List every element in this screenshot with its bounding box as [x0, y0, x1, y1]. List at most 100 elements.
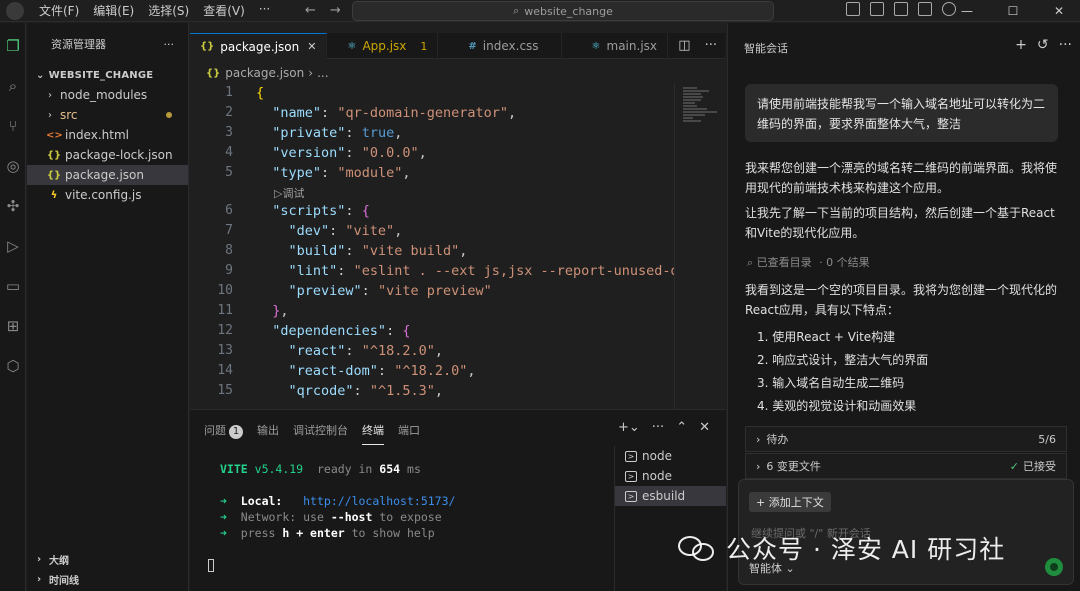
minimize-icon[interactable]: —: [944, 0, 990, 22]
list-item: 2. 响应式设计，整洁大气的界面: [757, 353, 929, 367]
code-line: 10 "preview": "vite preview": [190, 281, 674, 301]
explorer-sidebar: 资源管理器 ··· ⌄ WEBSITE_CHANGE › node_module…: [27, 23, 189, 591]
tree-item-index-html[interactable]: <> index.html: [27, 125, 188, 145]
command-center-search[interactable]: ⌕ website_change: [352, 1, 774, 21]
tab-main-jsx[interactable]: ⚛ main.jsx: [562, 33, 668, 59]
terminal-item-label: esbuild: [642, 489, 686, 503]
tree-item-package-json[interactable]: {} package.json: [27, 165, 188, 185]
todo-label: 待办: [766, 433, 789, 446]
terminal-item[interactable]: > node: [615, 466, 726, 486]
new-chat-icon[interactable]: +: [1015, 37, 1027, 53]
panel-tabs: 问题 1 输出 调试控制台 终端 端口: [204, 422, 420, 445]
chevron-right-icon: ›: [37, 553, 42, 565]
minimap[interactable]: [674, 83, 726, 409]
tool-call-label: 已查看目录: [756, 256, 812, 269]
code-editor[interactable]: 1{ 2 "name": "qr-domain-generator", 3 "p…: [190, 83, 674, 409]
package-icon[interactable]: ⬡: [4, 357, 22, 375]
more-actions-icon[interactable]: ···: [705, 38, 717, 53]
changed-files-section[interactable]: › 6 变更文件 ✓ 已接受: [745, 453, 1067, 479]
maximize-icon[interactable]: ☐: [990, 0, 1036, 22]
tree-item-label: src: [60, 108, 78, 122]
search-view-icon[interactable]: ⌕: [4, 77, 22, 95]
layout-controls: [846, 2, 956, 16]
close-tab-icon[interactable]: ✕: [307, 40, 316, 53]
chevron-right-icon: ›: [37, 573, 42, 585]
extensions-icon[interactable]: ⊞: [4, 317, 22, 335]
source-control-icon[interactable]: ⑂: [4, 117, 22, 135]
outline-section[interactable]: › 大纲: [27, 549, 189, 569]
tree-item-src[interactable]: › src: [27, 105, 188, 125]
tab-output[interactable]: 输出: [257, 422, 279, 439]
help-rest: to show help: [351, 526, 435, 540]
terminal-item[interactable]: > esbuild: [615, 486, 726, 506]
workspace-root[interactable]: ⌄ WEBSITE_CHANGE: [27, 65, 188, 85]
run-debug-icon[interactable]: ▷: [4, 237, 22, 255]
toggle-sidebar-icon[interactable]: [870, 2, 884, 16]
menu-edit[interactable]: 编辑(E): [86, 2, 141, 19]
local-url-link[interactable]: http://localhost:5173/: [303, 494, 455, 508]
minimap-line: [683, 102, 695, 104]
terminal-icon: >: [625, 450, 637, 462]
menu-file[interactable]: 文件(F): [32, 2, 86, 19]
toggle-panel-icon[interactable]: [894, 2, 908, 16]
add-context-label: 添加上下文: [768, 496, 824, 509]
user-message: 请使用前端技能帮我写一个输入域名地址可以转化为二维码的界面，要求界面整体大气，整…: [745, 84, 1058, 142]
tab-app-jsx[interactable]: ⚛ App.jsx 1: [327, 33, 439, 59]
toggle-secondary-sidebar-icon[interactable]: [918, 2, 932, 16]
terminal-item[interactable]: > node: [615, 446, 726, 466]
code-line: 3 "private": true,: [190, 123, 674, 143]
extensions-network-icon[interactable]: ✣: [4, 197, 22, 215]
tab-ports[interactable]: 端口: [398, 422, 420, 439]
tree-item-label: index.html: [65, 128, 129, 142]
split-editor-icon[interactable]: ◫: [678, 38, 690, 53]
ready-ms: 654: [379, 462, 401, 476]
breadcrumb-rest[interactable]: ...: [317, 66, 328, 80]
timeline-section[interactable]: › 时间线: [27, 569, 189, 589]
tool-call-viewed-dir[interactable]: ⌕ 已查看目录 · 0 个结果: [747, 254, 870, 270]
bottom-panel: 问题 1 输出 调试控制台 终端 端口 +⌄ ··· ⌃ ✕ VITE v5.4.…: [190, 409, 726, 591]
menu-view[interactable]: 查看(V): [196, 2, 252, 19]
more-actions-icon[interactable]: ···: [164, 38, 175, 51]
line-number: 6: [225, 203, 233, 218]
activity-bar: ❐ ⌕ ⑂ ◎ ✣ ▷ ▭ ⊞ ⬡: [0, 23, 26, 591]
close-window-icon[interactable]: ✕: [1036, 0, 1080, 22]
explorer-icon[interactable]: ❐: [4, 37, 22, 55]
remote-explorer-icon[interactable]: ▭: [4, 277, 22, 295]
new-terminal-icon[interactable]: +⌄: [618, 420, 640, 435]
send-button[interactable]: [1045, 558, 1063, 576]
minimap-line: [683, 93, 701, 95]
line-number: 8: [225, 243, 233, 258]
close-panel-icon[interactable]: ✕: [699, 420, 710, 435]
maximize-panel-icon[interactable]: ⌃: [676, 420, 687, 435]
minimap-line: [683, 96, 703, 98]
forward-arrow-icon[interactable]: →: [330, 3, 341, 18]
todo-section[interactable]: › 待办 5/6: [745, 426, 1067, 452]
compass-icon[interactable]: ◎: [4, 157, 22, 175]
more-actions-icon[interactable]: ···: [1059, 37, 1072, 53]
layout-grid-icon[interactable]: [846, 2, 860, 16]
history-icon[interactable]: ↺: [1037, 37, 1049, 53]
tab-terminal[interactable]: 终端: [362, 422, 384, 445]
timeline-label: 时间线: [49, 575, 79, 587]
menu-selection[interactable]: 选择(S): [141, 2, 196, 19]
tree-item-node-modules[interactable]: › node_modules: [27, 85, 188, 105]
menu-more[interactable]: ···: [252, 2, 277, 19]
tree-item-package-lock-json[interactable]: {} package-lock.json: [27, 145, 188, 165]
outline-label: 大纲: [49, 555, 69, 567]
tree-item-vite-config-js[interactable]: ϟ vite.config.js: [27, 185, 188, 205]
breadcrumb-file[interactable]: package.json: [225, 66, 304, 80]
problems-count-badge: 1: [229, 425, 243, 439]
add-context-button[interactable]: + 添加上下文: [749, 492, 831, 512]
debug-codelens[interactable]: ▷调试: [190, 183, 674, 201]
debug-codelens-label: ▷调试: [274, 187, 305, 200]
tab-package-json[interactable]: {} package.json ✕: [190, 33, 328, 59]
tree-item-label: package-lock.json: [65, 148, 173, 162]
terminal-output[interactable]: VITE v5.4.19 ready in 654 ms ➜ Local: ht…: [220, 462, 455, 542]
tab-debug-console[interactable]: 调试控制台: [293, 422, 348, 439]
tab-problems[interactable]: 问题 1: [204, 422, 243, 439]
back-arrow-icon[interactable]: ←: [305, 3, 316, 18]
tab-index-css[interactable]: # index.css: [438, 33, 562, 59]
more-actions-icon[interactable]: ···: [652, 420, 664, 435]
vite-version: v5.4.19: [254, 462, 304, 476]
check-circle-icon: ✓: [1009, 460, 1019, 473]
